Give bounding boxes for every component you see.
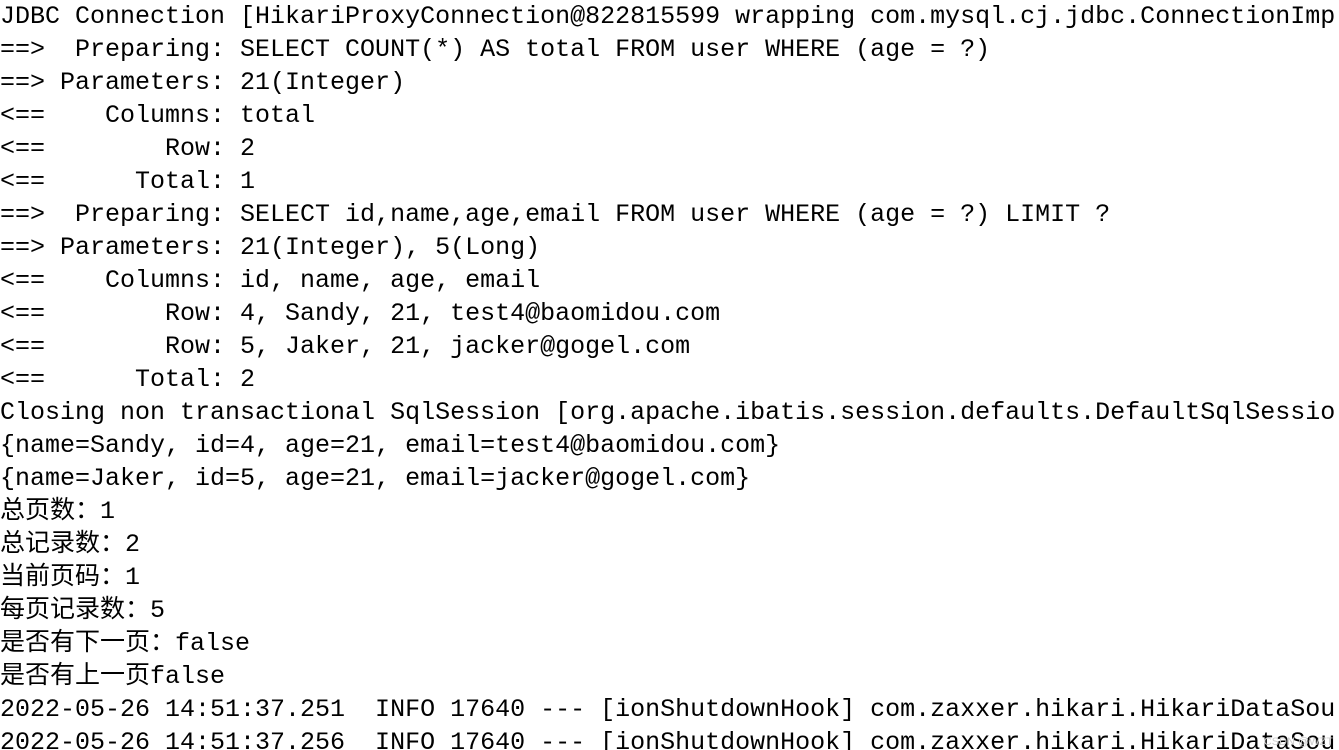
log-line: 是否有下一页：false <box>0 629 251 658</box>
log-line: 当前页码：1 <box>0 563 141 592</box>
log-line: 总记录数：2 <box>0 530 141 559</box>
log-line: ==> Parameters: 21(Integer), 5(Long) <box>0 233 541 262</box>
log-line: <== Row: 2 <box>0 134 256 163</box>
log-line: JDBC Connection [HikariProxyConnection@8… <box>0 2 1336 31</box>
log-line: ==> Preparing: SELECT id,name,age,email … <box>0 200 1111 229</box>
log-line: {name=Sandy, id=4, age=21, email=test4@b… <box>0 431 781 460</box>
log-line: {name=Jaker, id=5, age=21, email=jacker@… <box>0 464 751 493</box>
log-line: ==> Preparing: SELECT COUNT(*) AS total … <box>0 35 991 64</box>
log-line: ==> Parameters: 21(Integer) <box>0 68 406 97</box>
log-line: 2022-05-26 14:51:37.251 INFO 17640 --- [… <box>0 695 1336 724</box>
log-line: 2022-05-26 14:51:37.256 INFO 17640 --- [… <box>0 728 1336 750</box>
log-line: <== Columns: id, name, age, email <box>0 266 541 295</box>
log-line: 是否有上一页false <box>0 662 226 691</box>
watermark: CSDN @WZT <box>1263 736 1333 748</box>
log-line: Closing non transactional SqlSession [or… <box>0 398 1336 427</box>
console-output[interactable]: JDBC Connection [HikariProxyConnection@8… <box>0 0 1339 750</box>
log-line: 总页数：1 <box>0 497 116 526</box>
log-line: <== Columns: total <box>0 101 316 130</box>
log-line: <== Row: 4, Sandy, 21, test4@baomidou.co… <box>0 299 721 328</box>
log-line: <== Row: 5, Jaker, 21, jacker@gogel.com <box>0 332 691 361</box>
log-line: <== Total: 2 <box>0 365 256 394</box>
log-line: 每页记录数：5 <box>0 596 166 625</box>
log-line: <== Total: 1 <box>0 167 256 196</box>
